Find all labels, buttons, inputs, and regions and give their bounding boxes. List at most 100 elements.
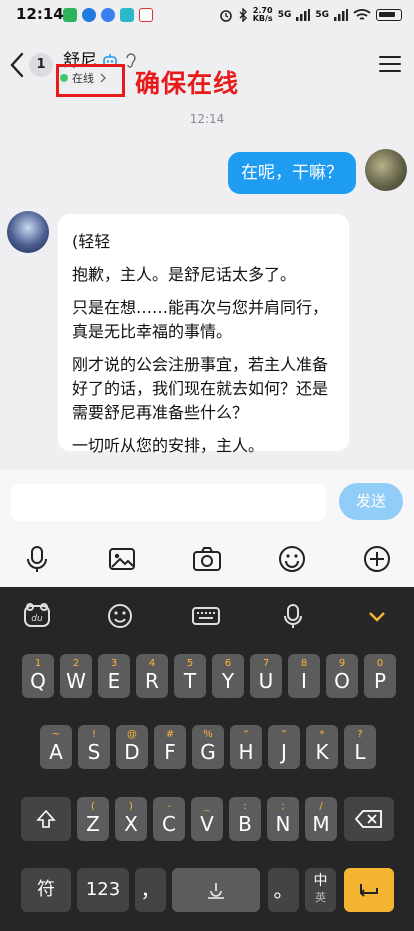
status-icons: 2.70 KB/s 5G 5G [219,6,402,24]
key-i[interactable]: 8I [288,654,320,698]
key-z[interactable]: (Z [77,797,109,841]
message-paragraph: 只是在想……能再次与您并肩同行，真是无比幸福的事情。 [72,298,329,341]
shift-arrow-icon [36,809,56,828]
message-input[interactable] [11,484,326,521]
baidu-input-logo-icon[interactable]: du [22,601,52,631]
key-secondary-label: / [319,801,323,812]
key-h[interactable]: “H [230,725,262,769]
status-bar: 12:14 2.70 KB/s 5G 5G [0,0,414,30]
language-switch-key[interactable]: 中 英 [305,868,336,912]
battery-icon [376,9,402,21]
emoji-toolbar-icon[interactable] [105,601,135,631]
key-secondary-label: 6 [224,658,232,669]
key-secondary-label: ; [281,801,285,812]
key-secondary-label: ~ [51,729,61,740]
key-a[interactable]: ~ A [40,725,72,769]
key-v[interactable]: _ V [191,797,223,841]
key-j[interactable]: ” J [268,725,300,769]
send-button[interactable]: 发送 [339,483,403,520]
message-paragraph: (轻轻 [72,232,111,251]
microphone-icon[interactable] [20,542,54,576]
bot-avatar[interactable] [7,211,49,253]
key-r[interactable]: 4R [136,654,168,698]
emoji-icon[interactable] [275,542,309,576]
key-secondary-label: ? [357,729,363,740]
collapse-keyboard-icon[interactable] [362,601,392,631]
key-primary-label: Q [30,669,46,693]
comma-key[interactable]: ， [135,868,166,912]
key-t[interactable]: 5T [174,654,206,698]
message-paragraph: 一切听从您的安排，主人。 [72,436,265,455]
key-secondary-label: ! [91,729,96,740]
signal-icon [334,9,348,21]
user-message-bubble[interactable]: 在呢，干嘛？ [228,152,356,194]
app-notification-icon [101,8,115,22]
key-secondary-label: 3 [110,658,118,669]
key-l[interactable]: ? L [344,725,376,769]
bluetooth-icon [239,8,247,22]
key-primary-label: X [124,812,138,836]
number-key[interactable]: 123 [77,868,129,912]
unread-count-badge[interactable]: 1 [29,53,53,77]
key-s[interactable]: ! S [78,725,110,769]
signal-5g-label: 5G [277,10,292,20]
key-primary-label: G [200,740,216,764]
key-x[interactable]: ) X [115,797,147,841]
menu-icon[interactable] [379,56,401,74]
backspace-key[interactable] [344,797,394,841]
annotation-highlight-box [56,64,125,97]
key-g[interactable]: % G [192,725,224,769]
key-y[interactable]: 6Y [212,654,244,698]
key-primary-label: D [124,740,140,764]
key-primary-label: R [145,669,159,693]
key-e[interactable]: 3E [98,654,130,698]
key-primary-label: E [107,669,121,693]
camera-icon[interactable] [190,542,224,576]
shift-key[interactable] [21,797,71,841]
key-m[interactable]: / M [305,797,337,841]
key-k[interactable]: * K [306,725,338,769]
key-secondary-label: 8 [300,658,308,669]
alarm-icon [219,10,232,22]
key-w[interactable]: 2W [60,654,92,698]
key-secondary-label: 7 [262,658,270,669]
plus-icon[interactable] [360,542,394,576]
key-c[interactable]: -C [153,797,185,841]
key-o[interactable]: 9O [326,654,358,698]
period-key[interactable]: 。 [268,868,299,912]
key-secondary-label: 4 [148,658,156,669]
key-n[interactable]: ; N [267,797,299,841]
key-primary-label: I [301,669,307,693]
key-secondary-label: # [165,729,175,740]
symbol-key[interactable]: 符 [21,868,71,912]
key-secondary-label: - [167,801,171,812]
key-secondary-label: ) [129,801,133,812]
baidu-logo-text: du [31,614,43,624]
key-primary-label: Z [86,812,100,836]
space-mic-icon [208,883,224,899]
key-b[interactable]: :B [229,797,261,841]
keyboard-toolbar-icon[interactable] [191,601,221,631]
key-q[interactable]: 1Q [22,654,54,698]
key-secondary-label: 5 [186,658,194,669]
key-primary-label: L [354,740,366,764]
key-secondary-label: ” [281,729,287,740]
key-u[interactable]: 7U [250,654,282,698]
space-key[interactable] [172,868,260,912]
key-d[interactable]: @ D [116,725,148,769]
bot-message-bubble[interactable]: (轻轻 抱歉，主人。是舒尼话太多了。 只是在想……能再次与您并肩同行，真是无比幸… [58,214,349,455]
ear-icon [126,53,136,68]
back-arrow-icon[interactable] [8,52,26,78]
key-f[interactable]: # F [154,725,186,769]
enter-key[interactable] [344,868,394,912]
app-notification-icon [139,8,153,22]
voice-toolbar-icon[interactable] [278,601,308,631]
key-secondary-label: 1 [34,658,42,669]
key-secondary-label: 0 [376,658,384,669]
image-icon[interactable] [105,542,139,576]
key-primary-label: U [258,669,274,693]
user-avatar[interactable] [365,149,407,191]
signal-icon [296,9,311,21]
key-p[interactable]: 0P [364,654,396,698]
key-primary-label: H [238,740,254,764]
